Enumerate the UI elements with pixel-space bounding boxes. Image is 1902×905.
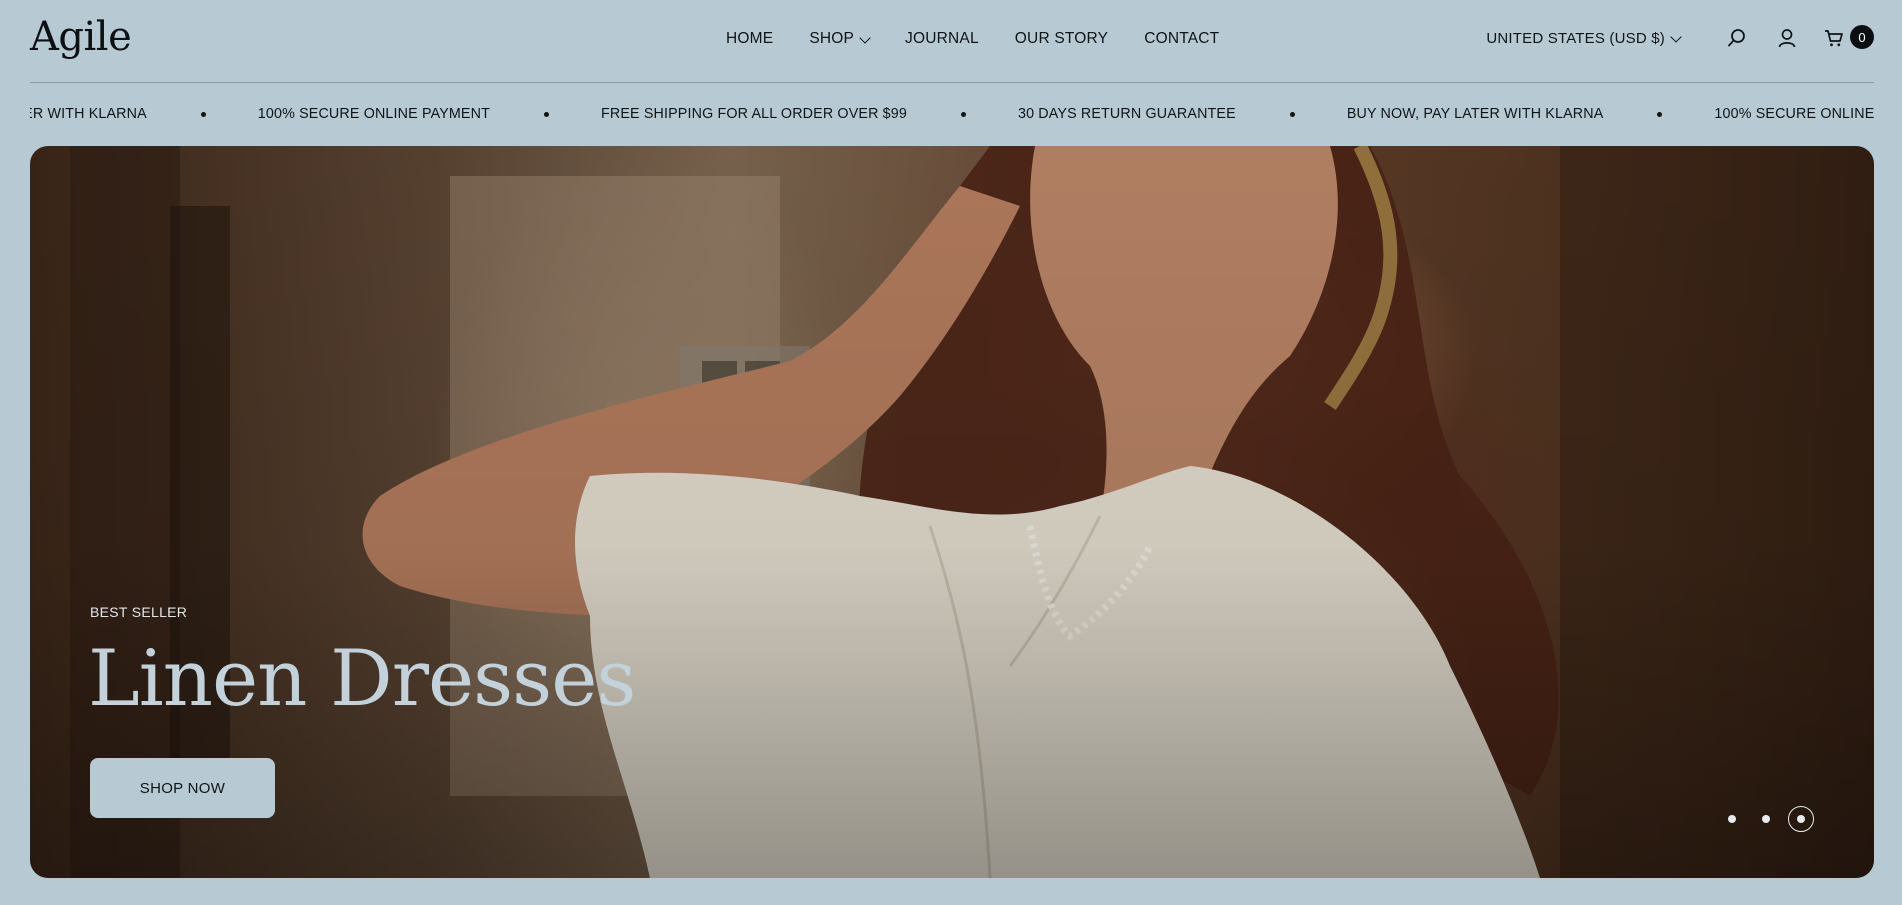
announcement-marquee: Y LATER WITH KLARNA 100% SECURE ONLINE P… bbox=[30, 104, 1874, 126]
account-icon bbox=[1778, 29, 1796, 48]
nav-item-shop[interactable]: SHOP bbox=[809, 30, 871, 48]
slide-dot-2[interactable] bbox=[1762, 815, 1770, 823]
nav-item-label: HOME bbox=[726, 30, 774, 47]
hero-banner: BEST SELLER Linen Dresses SHOP NOW bbox=[30, 146, 1874, 878]
marquee-item: Y LATER WITH KLARNA bbox=[30, 106, 147, 122]
nav-item-our-story[interactable]: OUR STORY bbox=[1015, 30, 1108, 48]
account-button[interactable] bbox=[1774, 25, 1800, 51]
hero-eyebrow: BEST SELLER bbox=[90, 604, 188, 620]
nav-item-contact[interactable]: CONTACT bbox=[1144, 30, 1219, 48]
chevron-down-icon bbox=[1670, 30, 1682, 43]
site-header: Agile HOME SHOP JOURNAL OUR STORY CONTAC… bbox=[30, 0, 1874, 83]
marquee-track: Y LATER WITH KLARNA 100% SECURE ONLINE P… bbox=[30, 106, 1874, 122]
nav-item-label: SHOP bbox=[809, 30, 855, 47]
cart-icon bbox=[1825, 30, 1843, 47]
nav-item-journal[interactable]: JOURNAL bbox=[905, 30, 979, 48]
search-button[interactable] bbox=[1724, 25, 1750, 51]
cart-count-badge: 0 bbox=[1850, 25, 1874, 49]
nav-item-label: CONTACT bbox=[1144, 30, 1220, 47]
search-icon bbox=[1728, 29, 1745, 47]
marquee-item: 100% SECURE ONLINE PAYMENT bbox=[257, 106, 490, 122]
slide-dot-3-active[interactable] bbox=[1788, 806, 1814, 832]
slide-dot-1[interactable] bbox=[1728, 815, 1736, 823]
marquee-item: 100% SECURE ONLINE PAYMENT bbox=[1714, 106, 1874, 122]
currency-selector[interactable]: UNITED STATES (USD $) bbox=[1486, 29, 1682, 47]
nav-item-label: OUR STORY bbox=[1014, 30, 1109, 47]
cart-button[interactable]: 0 bbox=[1824, 25, 1874, 51]
bullet-separator bbox=[200, 111, 206, 117]
nav-item-label: JOURNAL bbox=[905, 30, 979, 47]
bullet-separator bbox=[1289, 111, 1295, 117]
site-logo[interactable]: Agile bbox=[30, 14, 132, 60]
currency-label: UNITED STATES (USD $) bbox=[1486, 29, 1665, 47]
slider-pagination bbox=[1728, 806, 1814, 832]
main-nav: HOME SHOP JOURNAL OUR STORY CONTACT bbox=[726, 30, 1219, 48]
nav-item-home[interactable]: HOME bbox=[726, 30, 773, 48]
page: Agile HOME SHOP JOURNAL OUR STORY CONTAC… bbox=[0, 0, 1902, 905]
marquee-item: FREE SHIPPING FOR ALL ORDER OVER $99 bbox=[600, 106, 907, 122]
chevron-down-icon bbox=[859, 31, 871, 44]
hero-title: Linen Dresses bbox=[88, 634, 636, 724]
hero-overlay bbox=[30, 146, 1874, 878]
header-tools: UNITED STATES (USD $) 0 bbox=[1486, 25, 1874, 51]
bullet-separator bbox=[543, 111, 549, 117]
marquee-item: 30 DAYS RETURN GUARANTEE bbox=[1017, 106, 1236, 122]
shop-now-button[interactable]: SHOP NOW bbox=[90, 758, 275, 818]
bullet-separator bbox=[960, 111, 966, 117]
bullet-separator bbox=[1657, 111, 1663, 117]
marquee-item: BUY NOW, PAY LATER WITH KLARNA bbox=[1346, 106, 1604, 122]
